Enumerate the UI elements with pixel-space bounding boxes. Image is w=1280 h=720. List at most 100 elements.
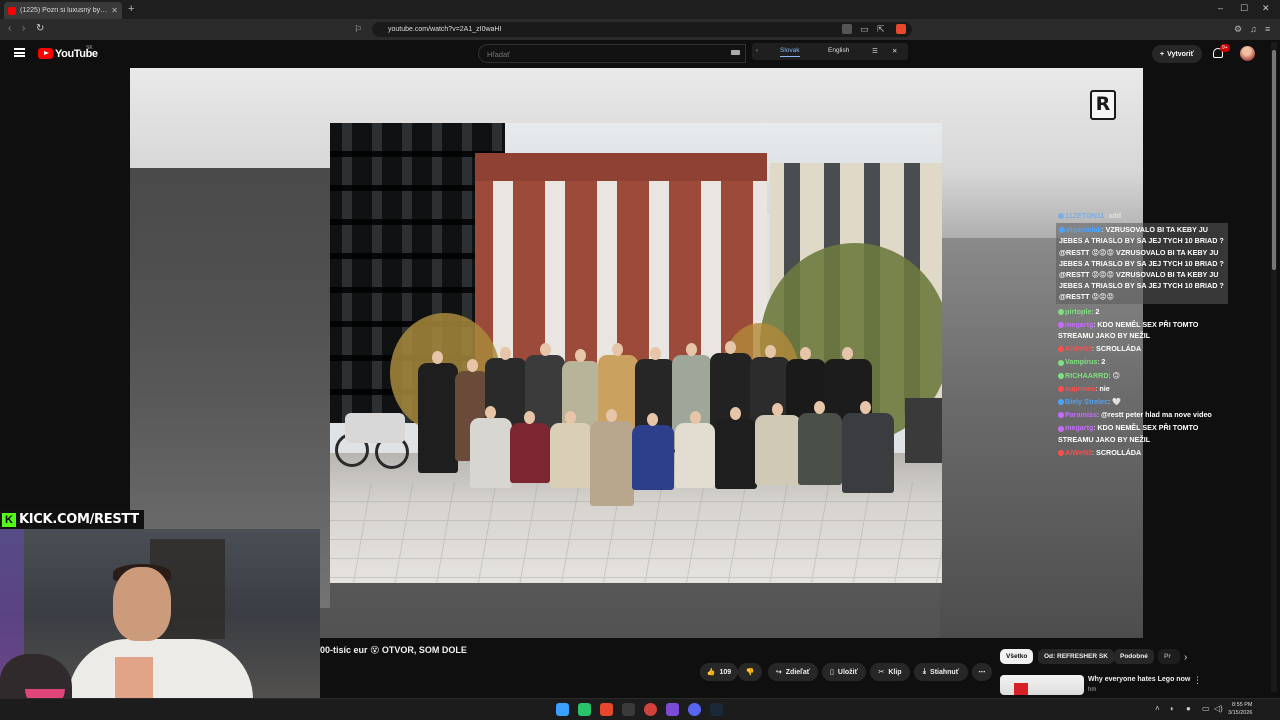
address-bar[interactable]: youtube.com/watch?v=2A1_zI0waHI [372,22,912,37]
clip-button[interactable]: ✂ Klip [870,663,910,681]
more-actions-button[interactable]: ⋯ [972,663,992,681]
download-button[interactable]: ⤓ Stiahnuť [914,663,968,681]
keyboard-icon[interactable] [731,50,740,55]
chat-username: Vampirus [1065,357,1098,367]
chat-message: AiWeN3: SCROLLÁDA [1058,447,1228,458]
discord-icon[interactable] [688,703,701,716]
chat-message: olgantelak: VZRUSOVALO BI TA KEBY JU JEB… [1056,223,1228,304]
steam-icon[interactable] [710,703,723,716]
chip-more[interactable]: Pr [1158,649,1180,664]
recommendation-channel[interactable]: hm [1088,687,1096,693]
system-clock[interactable]: 8:55 PM 3/15/2026 [1228,701,1252,717]
back-icon[interactable]: ‹ [8,23,11,34]
chat-text: @restt peter hlad ma nove video [1100,410,1212,420]
media-icon[interactable]: ♫ [1250,24,1257,34]
recommendation-thumbnail[interactable] [1000,675,1084,695]
clip-label: Klip [888,668,902,676]
chat-text: VZRUSOVALO BI TA KEBY JU JEBES A TRIASLO… [1059,225,1224,302]
browser-tab[interactable]: (1225) Pozri si luxusný byt vo ✕ [4,2,122,19]
share-page-icon[interactable]: ⇱ [877,24,885,35]
close-tab-icon[interactable]: ✕ [111,6,118,15]
share-button[interactable]: ↪ Zdieľať [768,663,818,681]
translate-back-icon[interactable]: ‹ [756,47,758,54]
cast-icon[interactable]: ▭ [860,24,869,35]
chat-username: suprmen [1065,383,1096,393]
tray-app-icon[interactable]: ◐ [1170,704,1175,713]
minimize-icon[interactable]: – [1218,3,1223,13]
dislike-button[interactable]: 👎 [738,663,762,681]
recommendation-menu-icon[interactable]: ⋮ [1193,675,1202,686]
create-button[interactable]: + Vytvoriť [1152,45,1202,63]
reload-icon[interactable]: ↻ [36,23,44,34]
chat-username: RICHAARRD [1065,370,1109,380]
chip-related[interactable]: Podobné [1114,649,1154,664]
user-badge-icon [1058,412,1064,419]
chat-text: SCROLLÁDA [1096,447,1142,457]
translate-lang-english[interactable]: English [828,47,849,54]
volume-icon[interactable]: ◁) [1214,704,1223,713]
thumbs-down-icon: 👎 [745,669,755,676]
new-tab-icon[interactable]: + [128,3,134,15]
browser-tab-strip: (1225) Pozri si luxusný byt vo ✕ + – ☐ ✕ [0,0,1280,19]
chat-message: RICHAARRD: 🙃 [1058,370,1228,381]
avatar[interactable] [1240,46,1255,61]
streamer-webcam [0,529,320,720]
bookmark-icon[interactable]: ⚐ [354,24,362,35]
scrollbar-thumb[interactable] [1272,50,1276,270]
forward-icon[interactable]: › [22,23,25,34]
download-label: Stiahnuť [930,668,960,676]
like-button[interactable]: 👍 109 [700,663,738,681]
extensions-icon[interactable]: ⚙ [1234,24,1242,35]
stream-chat-overlay: 11ZETON11: xdd olgantelak: VZRUSOVALO BI … [1056,210,1228,460]
save-button[interactable]: ▯ Uložiť [822,663,866,681]
os-taskbar: ˄ ◐ ● ▭ ◁) 8:55 PM 3/15/2026 [0,698,1280,720]
brave-browser-icon[interactable] [600,703,613,716]
translate-options-icon[interactable]: ☰ [872,47,878,55]
app-icon-purple[interactable] [666,703,679,716]
brave-shield-icon[interactable] [896,24,906,34]
bicycles [330,393,425,478]
translate-page-icon[interactable] [842,24,852,34]
browser-menu-icon[interactable]: ≡ [1265,24,1270,34]
chat-message: suprmen: nie [1058,383,1228,394]
search-input[interactable]: Hľadať [478,44,746,63]
download-icon: ⤓ [922,668,927,675]
chip-all[interactable]: Všetko [1000,649,1034,664]
youtube-logo-icon[interactable] [38,48,53,59]
translate-lang-slovak[interactable]: Slovak [780,47,800,57]
chat-text: 2 [1095,306,1100,316]
thumbs-up-icon: 👍 [706,669,716,676]
chat-username: megartg [1065,319,1094,329]
maximize-icon[interactable]: ☐ [1240,3,1248,14]
chips-next-icon[interactable]: › [1184,652,1187,663]
chat-message: 11ZETON11: xdd [1058,210,1228,221]
obs-icon[interactable] [644,703,657,716]
video-title: 00-tisíc eur 😵 OTVOR, SOM DOLE [320,645,467,655]
chat-message: pirtople: 2 [1058,306,1228,317]
chat-username: Biely Strelec [1065,397,1109,407]
recommendation-title[interactable]: Why everyone hates Lego now [1088,676,1190,683]
tray-chevron-icon[interactable]: ˄ [1155,704,1160,713]
tray-mic-icon[interactable]: ● [1186,704,1191,713]
chat-username: pirtople [1065,306,1092,316]
terminal-icon[interactable] [622,703,635,716]
user-badge-icon [1059,227,1065,234]
chat-username: megartg [1065,423,1094,433]
chat-message: Paramiss: @restt peter hlad ma nove vide… [1058,409,1228,420]
close-window-icon[interactable]: ✕ [1262,3,1270,14]
hamburger-menu-icon[interactable] [14,48,25,57]
user-badge-icon [1058,449,1064,456]
scissors-icon: ✂ [878,669,885,676]
app-icon[interactable] [578,703,591,716]
network-icon[interactable]: ▭ [1202,704,1210,713]
chat-message: megartg: KDO NEMĚL SEX PŘI TOMTO STREAMU… [1058,319,1228,341]
chip-from-channel[interactable]: Od: REFRESHER SK [1038,649,1114,664]
windows-start-icon[interactable] [556,703,569,716]
translate-close-icon[interactable]: ✕ [892,47,897,55]
user-badge-icon [1058,308,1064,315]
share-label: Zdieľať [785,668,811,676]
translate-popup: ‹ Slovak English ☰ ✕ [752,43,908,60]
chat-username: olgantelak [1066,225,1102,235]
user-badge-icon [1058,399,1064,406]
user-badge-icon [1058,321,1064,328]
